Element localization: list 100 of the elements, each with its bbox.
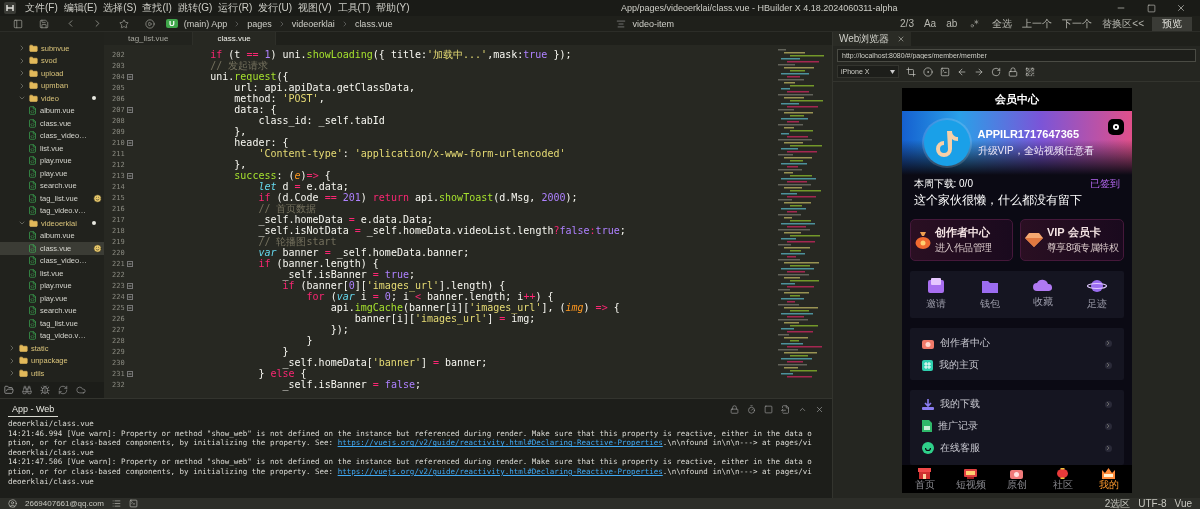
- nav-item[interactable]: 社区: [1039, 465, 1086, 493]
- menu-item[interactable]: 工具(T): [334, 1, 374, 15]
- editor-tab[interactable]: class.vue: [193, 32, 276, 45]
- fold-icon[interactable]: [126, 304, 133, 311]
- breadcrumb-item[interactable]: class.vue: [354, 18, 393, 29]
- find-action-button[interactable]: 全选: [990, 16, 1015, 31]
- shortcut-label[interactable]: 足迹: [1086, 297, 1107, 311]
- crown-icon: [1102, 468, 1115, 479]
- code-line: }: [281, 346, 289, 357]
- code-line: // 首页数据: [257, 203, 317, 214]
- project-badge: U: [166, 19, 178, 28]
- code-line: let d = e.data;: [257, 181, 349, 192]
- shortcut-label[interactable]: 邀请: [926, 297, 947, 311]
- window-title: App/pages/videoerklai/class.vue - HBuilder X 4.18.2024060311-alpha: [620, 3, 899, 13]
- fold-icon[interactable]: [126, 106, 133, 113]
- find-action-button[interactable]: 上一个: [1020, 16, 1055, 31]
- app-logo-icon: [4, 2, 16, 14]
- nav-item[interactable]: 首页: [901, 465, 948, 493]
- menu-item[interactable]: 发行(U): [255, 1, 296, 15]
- forward-icon: [974, 66, 984, 77]
- menu-label[interactable]: 推广记录: [937, 419, 1099, 433]
- signin-status[interactable]: 已签到: [1089, 177, 1120, 191]
- cloud-icon: [76, 385, 86, 395]
- user-icon: [8, 499, 17, 508]
- file-icon: [28, 106, 37, 116]
- code-line: url: api.apiData.getClassData,: [233, 82, 415, 93]
- feature-card[interactable]: VIP 会员卡 尊享8项专属特权: [1019, 219, 1124, 261]
- find-action-button[interactable]: 下一个: [1060, 16, 1095, 31]
- fold-icon[interactable]: [126, 139, 133, 146]
- code-line: banner[i]['images_url'] = img;: [354, 313, 536, 324]
- code-line: if (d.Code == 201) return api.showToast(d.Msg, 2000);: [257, 192, 578, 203]
- menu-item[interactable]: 视图(V): [295, 1, 335, 15]
- fold-icon[interactable]: [126, 293, 133, 300]
- fold-icon[interactable]: [126, 370, 133, 377]
- username: APPILR1717647365: [977, 128, 1080, 140]
- browser-tab[interactable]: Web浏览器: [833, 32, 912, 46]
- nav-item[interactable]: 我的: [1085, 465, 1132, 493]
- menu-item[interactable]: 编辑(E): [60, 1, 101, 15]
- account-label[interactable]: 2669407661@qq.com: [25, 499, 104, 508]
- menu-item[interactable]: 选择(S): [100, 1, 140, 15]
- find-action-button[interactable]: 替换区<<: [1100, 16, 1146, 31]
- menu-item[interactable]: 文件(F): [22, 1, 61, 15]
- breadcrumb-item[interactable]: (main) App: [183, 18, 228, 29]
- fold-icon[interactable]: [126, 260, 133, 267]
- sync-icon: [58, 385, 68, 395]
- lock-icon: [730, 404, 739, 414]
- file-icon: [28, 281, 37, 291]
- chevron-icon: [1104, 400, 1112, 408]
- code-line: header: {: [233, 137, 289, 148]
- fold-icon[interactable]: [126, 172, 133, 179]
- code-line: _self.homeData = e.data.Data;: [257, 214, 434, 225]
- preview-button[interactable]: 预览: [1152, 16, 1192, 31]
- menu-label[interactable]: 我的下载: [939, 397, 1099, 411]
- menu-item[interactable]: 查找(I): [139, 1, 175, 15]
- camera-icon: [921, 337, 934, 349]
- code-line: for (var i = 0; i < banner.length; i++) {: [305, 291, 554, 302]
- code-line: uni.request({: [209, 71, 289, 82]
- settings-button[interactable]: [1107, 119, 1124, 135]
- shortcut-label[interactable]: 钱包: [979, 297, 1000, 311]
- menu-item[interactable]: 运行(R): [215, 1, 256, 15]
- console-icon: [940, 66, 950, 77]
- tv-icon: [964, 468, 977, 479]
- breadcrumb-item[interactable]: videoerklai: [291, 18, 335, 29]
- nav-item[interactable]: 短视频: [947, 465, 994, 493]
- shortcut-label[interactable]: 收藏: [1033, 295, 1054, 309]
- card-title: 创作者中心: [934, 225, 991, 240]
- document-icon: [921, 420, 932, 432]
- binoculars-icon: [22, 385, 32, 395]
- menu-label[interactable]: 在线客服: [939, 441, 1099, 455]
- nav-item[interactable]: 原创: [993, 465, 1040, 493]
- fold-icon[interactable]: [126, 282, 133, 289]
- fold-icon[interactable]: [126, 73, 133, 80]
- menu-label[interactable]: 我的主页: [938, 358, 1099, 372]
- folder-icon: [19, 356, 28, 366]
- inspect-icon: [923, 66, 933, 77]
- breadcrumb-item[interactable]: pages: [247, 18, 272, 29]
- code-line: // 轮播图start: [257, 236, 337, 247]
- menu-item[interactable]: 帮助(Y): [373, 1, 413, 15]
- menu-item[interactable]: 跳转(G): [174, 1, 216, 15]
- language-label[interactable]: Vue: [1174, 498, 1192, 509]
- symbol-label[interactable]: video-item: [632, 18, 674, 29]
- find-option-toggle[interactable]: Aa: [921, 18, 939, 29]
- code-line: } else {: [257, 368, 307, 379]
- cloud-icon: [1033, 278, 1054, 292]
- export-icon: [781, 404, 790, 414]
- bug-icon: [40, 385, 50, 395]
- encoding-label[interactable]: UTF-8: [1138, 498, 1167, 509]
- code-line: class_id: _self.tabId: [257, 115, 385, 126]
- stop-icon: [764, 404, 773, 414]
- file-icon: [28, 268, 37, 278]
- menu-label[interactable]: 创作者中心: [939, 336, 1099, 350]
- console-tab[interactable]: App - Web: [8, 401, 59, 417]
- feature-card[interactable]: 创作者中心 进入作品管理: [909, 219, 1013, 261]
- camera-icon: [1010, 468, 1023, 479]
- save-icon: [39, 18, 49, 29]
- folder-icon: [29, 68, 38, 78]
- bio: 这个家伙很懒，什么都没有留下: [913, 192, 1083, 209]
- screenshot-icon: [906, 66, 916, 77]
- card-subtitle: 尊享8项专属特权: [1046, 241, 1119, 255]
- find-option-toggle[interactable]: ab: [944, 18, 960, 29]
